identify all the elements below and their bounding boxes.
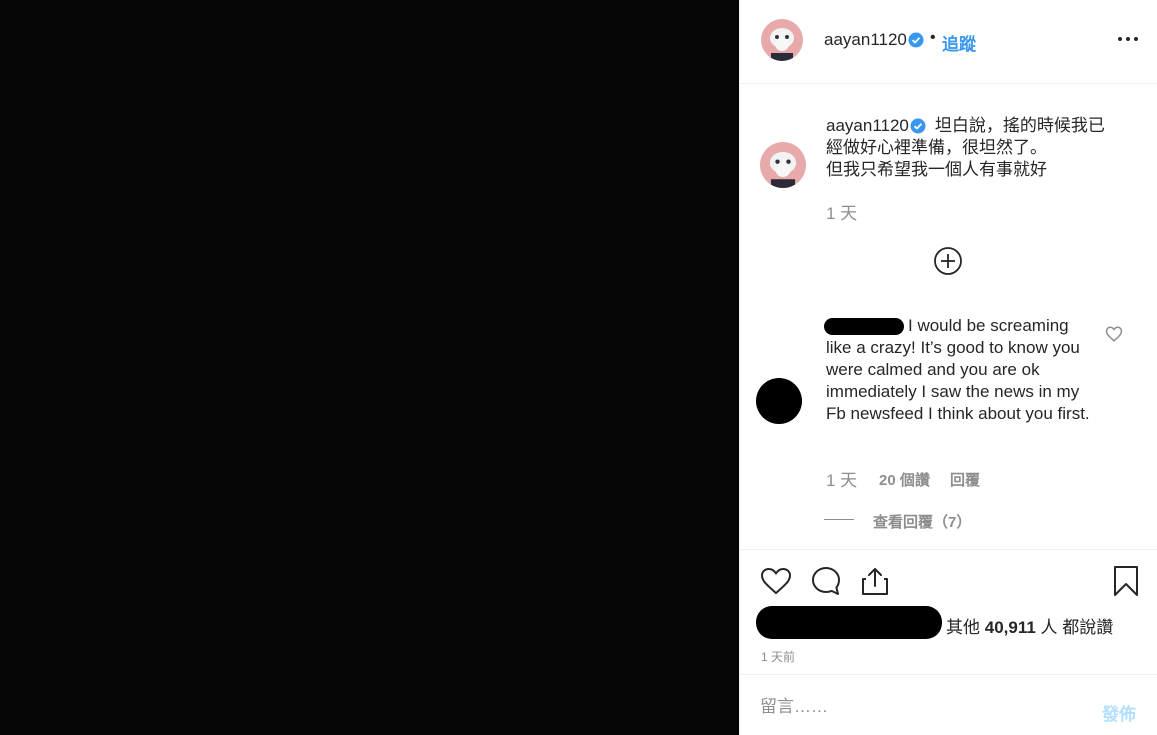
- verified-badge-icon: [908, 32, 924, 48]
- likes-suffix: 人 都說讚: [1040, 618, 1114, 637]
- comment-bubble-icon[interactable]: [810, 565, 842, 597]
- caption-verified-badge-icon: [910, 118, 926, 134]
- comment-timestamp[interactable]: 1 天: [826, 466, 857, 491]
- post-side-panel: aayan1120 • 追蹤 aayan1120 坦白說，搖的時候我已 經做好心…: [739, 0, 1157, 735]
- comment-text: I would be screaming like a crazy! It’s …: [826, 316, 1090, 423]
- caption-text-line3: 但我只希望我一個人有事就好: [826, 160, 1047, 179]
- caption-timestamp[interactable]: 1 天: [826, 199, 857, 224]
- author-username[interactable]: aayan1120: [824, 30, 907, 50]
- comments-section[interactable]: aayan1120 坦白說，搖的時候我已 經做好心裡準備，很坦然了。 但我只希望我…: [740, 85, 1157, 550]
- post-header: aayan1120 • 追蹤: [740, 0, 1157, 84]
- post-timestamp: 1 天前: [761, 650, 796, 664]
- post-actions: 其他 40,911 人 都說讚 1 天前: [740, 551, 1157, 675]
- caption-author-avatar[interactable]: [760, 142, 806, 188]
- like-heart-icon[interactable]: [760, 565, 792, 597]
- caption-text-line2: 經做好心裡準備，很坦然了。: [826, 138, 1047, 157]
- load-more-comments-icon[interactable]: [933, 246, 963, 276]
- separator-dot: •: [930, 29, 936, 46]
- caption-username[interactable]: aayan1120: [826, 116, 909, 135]
- likes-summary[interactable]: 其他 40,911 人 都說讚: [946, 613, 1113, 638]
- share-icon[interactable]: [859, 565, 891, 597]
- add-comment-section: 發佈: [740, 676, 1157, 735]
- likes-count: 40,911: [984, 618, 1036, 637]
- commenter-avatar[interactable]: [756, 378, 802, 424]
- likes-prefix: 其他: [946, 618, 980, 637]
- view-replies-button[interactable]: 查看回覆（7）: [873, 511, 971, 532]
- caption-text-line1: 坦白說，搖的時候我已: [934, 116, 1105, 135]
- comment-likes-count[interactable]: 20 個讚: [879, 469, 930, 490]
- author-avatar[interactable]: [761, 19, 803, 61]
- replies-divider: [824, 519, 854, 520]
- comment-like-heart-icon[interactable]: [1105, 325, 1123, 343]
- post-media-image[interactable]: [0, 0, 739, 735]
- follow-button[interactable]: 追蹤: [942, 30, 976, 55]
- comment-reply-button[interactable]: 回覆: [950, 469, 980, 490]
- comment-input[interactable]: [760, 696, 1080, 718]
- more-options-icon[interactable]: [1115, 28, 1141, 50]
- save-bookmark-icon[interactable]: [1110, 565, 1142, 597]
- liked-by-username-redacted[interactable]: [756, 606, 942, 639]
- post-caption: aayan1120 坦白說，搖的時候我已 經做好心裡準備，很坦然了。 但我只希望我…: [826, 115, 1126, 181]
- post-comment-button[interactable]: 發佈: [1102, 700, 1136, 725]
